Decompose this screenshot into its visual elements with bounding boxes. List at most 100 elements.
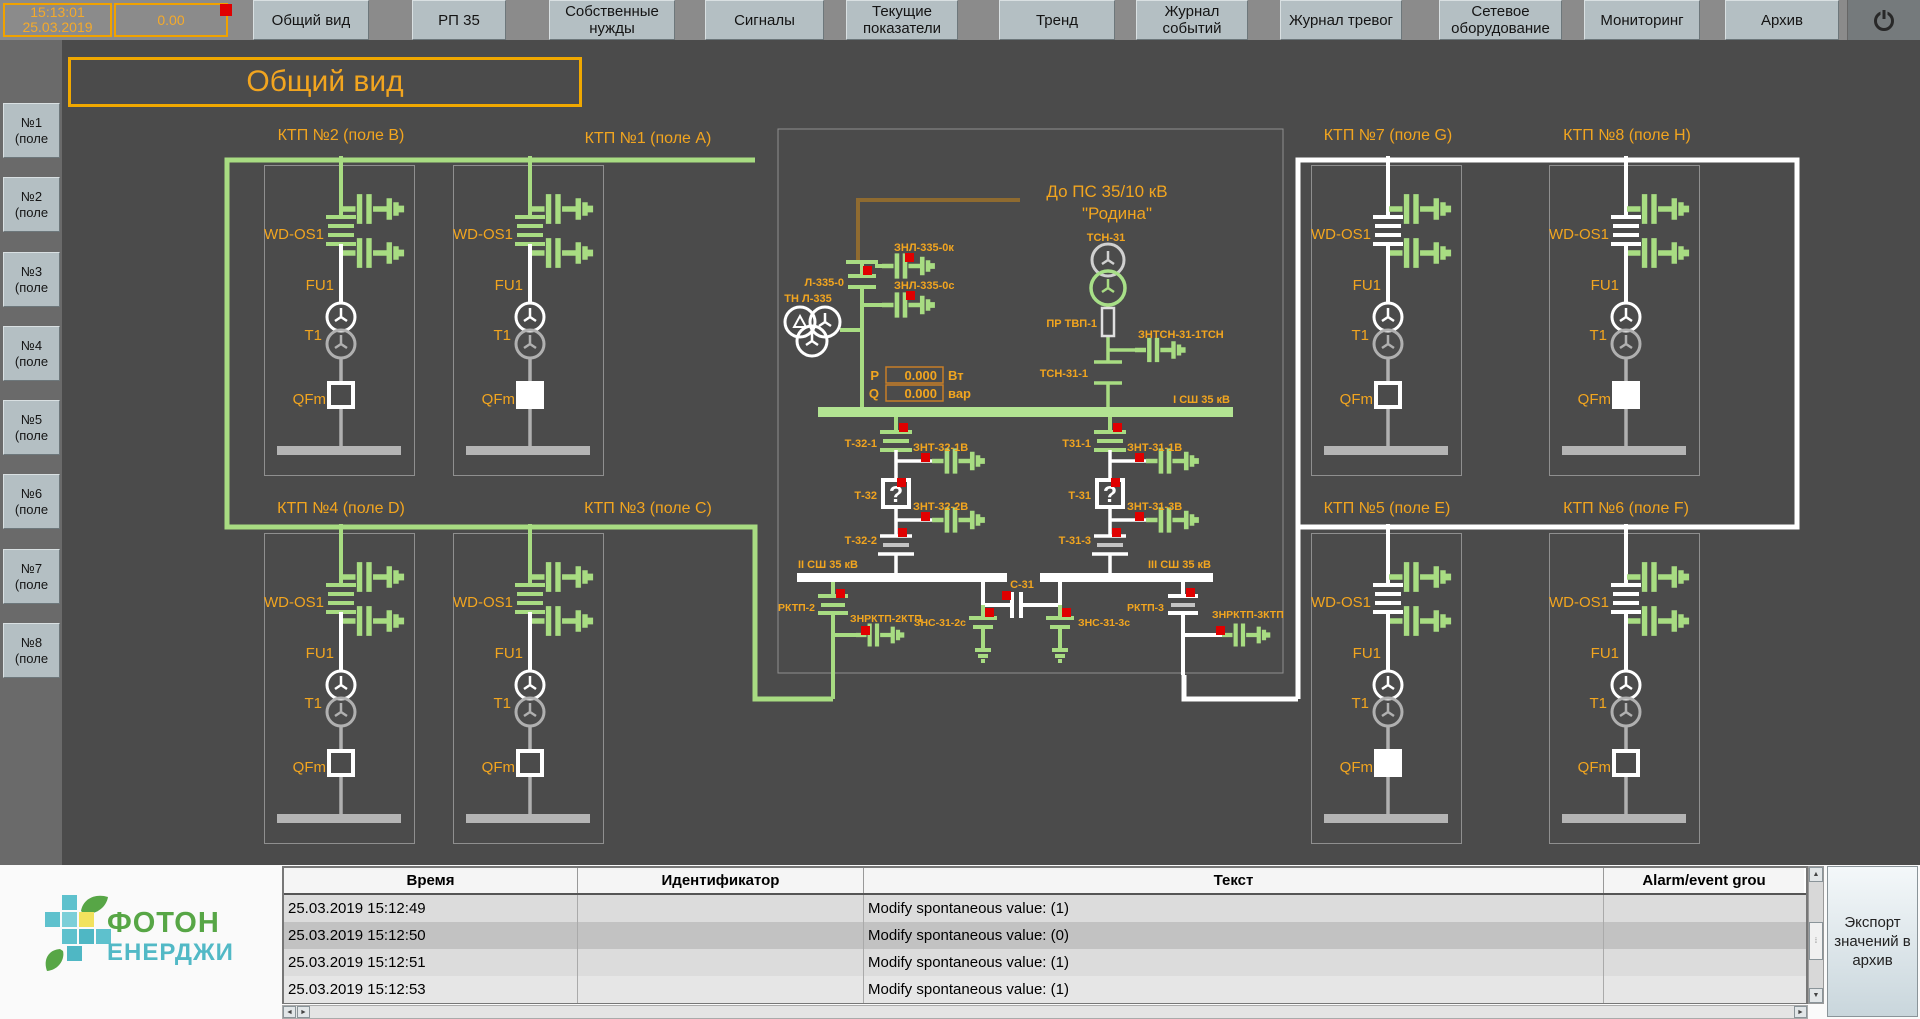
ktp-cell-6[interactable]: WD-OS1 FU1 T1 QFm [1549,524,1700,844]
sidebar: №1 (поле №2 (поле №3 (поле №4 (поле №5 (… [0,40,62,865]
nav-archive[interactable]: Архив [1725,0,1839,40]
zns-31-2s-label: ЗНС-31-2с [914,617,966,629]
znrktp-3-label: ЗНРКТП-3КТП [1212,609,1284,621]
alarm-indicator [906,291,915,300]
cell-text: Modify spontaneous value: (1) [864,976,1604,1003]
p-unit: Вт [948,368,964,383]
t1-label: T1 [493,695,511,712]
fu-label: FU1 [495,277,523,294]
nav-current-values[interactable]: Текущие показатели [846,0,958,40]
ktp-cell-4[interactable]: WD-OS1 FU1 T1 QFm [264,524,415,844]
ktp-cell-7[interactable]: WD-OS1 FU1 T1 QFm [1311,156,1462,476]
field-num: №8 [21,635,42,651]
page-title: Общий вид [68,57,582,107]
sidebar-item-field-7[interactable]: №7 (поле [3,549,60,604]
sidebar-item-field-2[interactable]: №2 (поле [3,177,60,232]
field-num: №2 [21,189,42,205]
sidebar-item-field-8[interactable]: №8 (поле [3,623,60,678]
tn-l335-label: ТН Л-335 [784,293,831,305]
t1-label: T1 [1589,327,1607,344]
power-button[interactable] [1847,0,1920,40]
znl-0k-label: ЗНЛ-335-0к [894,242,954,254]
sidebar-item-field-4[interactable]: №4 (поле [3,326,60,381]
nav-signals[interactable]: Сигналы [705,0,824,40]
nav-event-log[interactable]: Журнал событий [1136,0,1248,40]
sidebar-item-field-3[interactable]: №3 (поле [3,252,60,307]
busbar-3-label: III СШ 35 кВ [1148,559,1211,571]
ktp-title: КТП №3 (поле C) [584,500,712,517]
ktp-cell-1[interactable]: WD-OS1 FU1 T1 QFm [453,156,604,476]
zns-31-3s-label: ЗНС-31-3с [1078,617,1130,629]
wd-label: WD-OS1 [1311,226,1371,243]
scroll-right-button[interactable]: ► [297,1006,310,1018]
sidebar-item-field-1[interactable]: №1 (поле [3,103,60,158]
alarm-indicator [1186,588,1195,597]
log-row[interactable]: 25.03.2019 15:12:50 Modify spontaneous v… [284,922,1806,949]
t-32-1-label: Т-32-1 [845,438,877,450]
ground-switch-zntsn [1135,338,1183,362]
pq-readout: P 0.000 Вт Q 0.000 вар [869,367,971,401]
t-32-2-label: Т-32-2 [845,535,877,547]
right-arrow-icon: ► [1797,1009,1804,1016]
cell-group [1604,895,1804,922]
log-row[interactable]: 25.03.2019 15:12:51 Modify spontaneous v… [284,949,1806,976]
sidebar-item-field-5[interactable]: №5 (поле [3,400,60,455]
qfm-label: QFm [293,759,326,776]
nav-aux-needs[interactable]: Собственные нужды [549,0,675,40]
log-row[interactable]: 25.03.2019 15:12:49 Modify spontaneous v… [284,895,1806,922]
fu-label: FU1 [306,277,334,294]
t1-label: T1 [304,327,322,344]
export-to-archive-button[interactable]: Экспорт значений в архив [1827,866,1918,1017]
znrktp-2-label: ЗНРКТП-2КТП [850,613,922,625]
field-sub: (поле [15,354,48,370]
wd-label: WD-OS1 [1549,594,1609,611]
znl-0s-label: ЗНЛ-335-0с [894,280,954,292]
ktp-cell-8[interactable]: WD-OS1 FU1 T1 QFm [1549,156,1700,476]
ktp-cell-2[interactable]: WD-OS1 FU1 T1 QFm [264,156,415,476]
nav-trend[interactable]: Тренд [999,0,1115,40]
horizontal-scrollbar[interactable]: ◄ ► ► [282,1005,1808,1019]
field-num: №5 [21,412,42,428]
ktp-cell-5[interactable]: WD-OS1 FU1 T1 QFm [1311,524,1462,844]
cell-text: Modify spontaneous value: (0) [864,922,1604,949]
cell-group [1604,976,1804,1003]
alarm-indicator [985,608,994,617]
alarm-indicator [1002,591,1011,600]
ground-switch-znrktp-3 [1222,623,1268,646]
nav-network-equipment[interactable]: Сетевое оборудование [1439,0,1562,40]
log-row[interactable]: 25.03.2019 15:12:53 Modify spontaneous v… [284,976,1806,1003]
wd-label: WD-OS1 [1311,594,1371,611]
field-num: №6 [21,486,42,502]
vertical-scrollbar[interactable]: ▲ ⁞ ▼ [1808,866,1824,1004]
cell-id [578,895,864,922]
cell-group [1604,949,1804,976]
alarm-indicator [921,512,930,521]
t1-label: T1 [304,695,322,712]
alarm-indicator [220,4,232,16]
scroll-left-button[interactable]: ◄ [283,1006,296,1018]
sidebar-item-field-6[interactable]: №6 (поле [3,474,60,529]
nav-alarm-log[interactable]: Журнал тревог [1280,0,1402,40]
fu-label: FU1 [1591,277,1619,294]
scroll-up-button[interactable]: ▲ [1809,867,1823,882]
scroll-down-button[interactable]: ▼ [1809,988,1823,1003]
grip-icon: ⁞ [1815,938,1817,945]
alarm-indicator [905,253,914,262]
clock-time: 15:13:01 [30,5,85,20]
rktp-3-label: РКТП-3 [1127,602,1164,614]
nav-overview[interactable]: Общий вид [253,0,369,40]
ktp-cell-3[interactable]: WD-OS1 FU1 T1 QFm [453,524,604,844]
alarm-indicator [1135,512,1144,521]
scroll-thumb[interactable]: ⁞ [1809,922,1823,960]
nav-monitoring[interactable]: Мониторинг [1584,0,1700,40]
cell-group [1604,922,1804,949]
s-31-label: С-31 [1010,579,1034,591]
nav-rp35[interactable]: РП 35 [412,0,506,40]
wd-label: WD-OS1 [264,226,324,243]
right-arrow-icon: ► [300,1009,307,1016]
scroll-end-button[interactable]: ► [1794,1006,1807,1018]
logo-text-1: ФОТОН [107,907,220,940]
busbar-1 [818,407,1233,417]
cell-time: 25.03.2019 15:12:49 [284,895,578,922]
q-value: 0.000 [904,386,937,401]
